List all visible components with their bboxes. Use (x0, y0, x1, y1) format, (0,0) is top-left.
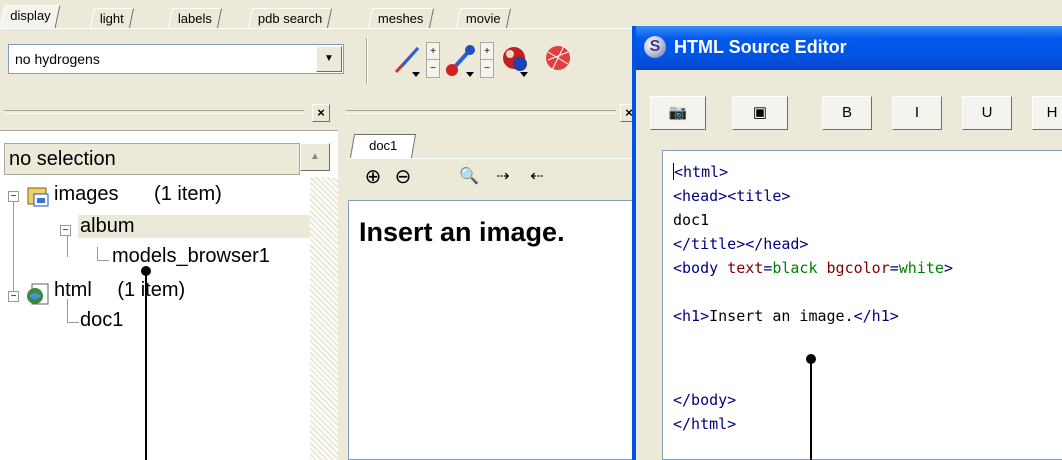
tree-connector (67, 233, 68, 257)
save-image-icon[interactable]: ▣ (732, 96, 788, 130)
editor-title-bar[interactable]: S HTML Source Editor (636, 26, 1062, 70)
code-line: </html> (673, 415, 737, 433)
expand-html-toggle[interactable]: − (8, 291, 19, 302)
selection-label: no selection (9, 148, 116, 170)
html-count: (1 item) (117, 279, 186, 301)
zoom-in-icon[interactable]: ⊕ (360, 165, 386, 191)
album-label: album (80, 215, 135, 237)
tree-item-album[interactable]: album (78, 215, 310, 238)
ball-size-spinner[interactable]: + − (480, 42, 494, 78)
tree-item-html[interactable]: html (1 item) (54, 279, 185, 302)
doc-pane-grip[interactable] (346, 110, 616, 114)
tree-item-models-browser[interactable]: models_browser1 (112, 245, 310, 268)
callout-line (145, 272, 147, 460)
callout-dot (141, 266, 151, 276)
code-line: </title></head> (673, 235, 809, 253)
code-line: <h1>Insert an image.</h1> (673, 307, 899, 325)
tree-connector (97, 260, 109, 261)
images-label: images (54, 183, 119, 205)
binoculars-find-icon[interactable]: 🔍 (456, 165, 482, 191)
left-pane-header: × (0, 104, 340, 124)
mesh-surface-tool[interactable] (540, 42, 574, 78)
tab-strip: display light labels pdb search meshes m… (0, 0, 640, 32)
close-icon[interactable]: × (312, 104, 330, 122)
code-line: <html> (673, 163, 729, 181)
images-count: (1 item) (154, 183, 222, 205)
left-pane-grip[interactable] (4, 110, 304, 114)
tab-meshes[interactable]: meshes (367, 8, 434, 28)
source-code-editor[interactable]: <html> <head><title> doc1 </title></head… (662, 150, 1062, 460)
hydrogen-select-value: no hydrogens (15, 51, 100, 67)
models-browser-label: models_browser1 (112, 245, 270, 267)
find-previous-icon[interactable]: ⇠ (524, 165, 550, 191)
mesh-surface-icon (546, 45, 570, 71)
camera-icon[interactable]: 📷 (650, 96, 706, 130)
code-line: <body text=black bgcolor=white> (673, 259, 953, 277)
tab-labels[interactable]: labels (167, 8, 223, 28)
code-line: doc1 (673, 211, 710, 229)
scrollbar-track[interactable] (310, 177, 338, 460)
doc1-label: doc1 (80, 309, 124, 331)
tab-pdb-search[interactable]: pdb search (247, 8, 333, 28)
app-root: { "tabs": ["display", "light", "labels",… (0, 0, 1062, 460)
doc-toolbar: ⊕ ⊖ 🔍 ⇢ ⇠ (348, 158, 640, 196)
app-logo-icon: S (644, 36, 666, 58)
html-source-editor-window: S HTML Source Editor 📷 ▣ B I U H <html> … (632, 26, 1062, 460)
ball-stick-icon (446, 45, 475, 77)
tree-connector (67, 299, 68, 323)
images-folder-icon (27, 187, 49, 207)
ball-stick-tool[interactable] (444, 42, 478, 78)
scroll-up-icon[interactable]: ▲ (300, 143, 330, 171)
editor-title: HTML Source Editor (674, 37, 847, 57)
tab-display[interactable]: display (0, 5, 61, 28)
callout-line (810, 360, 812, 460)
selection-header[interactable]: no selection (4, 143, 300, 175)
spacefill-tool[interactable] (498, 42, 532, 78)
heading-button[interactable]: H (1032, 96, 1062, 130)
tree-connector (13, 193, 14, 293)
tree-connector (97, 247, 98, 261)
wire-style-tool[interactable] (390, 42, 424, 78)
tab-movie[interactable]: movie (455, 8, 511, 28)
tab-strip-line (0, 28, 640, 29)
italic-button[interactable]: I (892, 96, 942, 130)
toolbar-separator (366, 38, 368, 84)
expand-images-toggle[interactable]: − (8, 191, 19, 202)
doc-pane-header: × (340, 104, 640, 124)
tab-light[interactable]: light (89, 8, 134, 28)
tree-item-doc1[interactable]: doc1 (80, 309, 123, 332)
tab-doc1[interactable]: doc1 (349, 134, 417, 158)
tree-connector (67, 322, 79, 323)
code-line: <head><title> (673, 187, 791, 205)
expand-album-toggle[interactable]: − (60, 225, 71, 236)
find-next-icon[interactable]: ⇢ (490, 165, 516, 191)
zoom-out-icon[interactable]: ⊖ (390, 165, 416, 191)
bold-button[interactable]: B (822, 96, 872, 130)
code-line: </body> (673, 391, 737, 409)
wire-width-spinner[interactable]: + − (426, 42, 440, 78)
spacefill-icon (503, 47, 528, 77)
document-preview: Insert an image. (348, 200, 640, 460)
html-page-icon (27, 283, 49, 305)
preview-heading: Insert an image. (359, 217, 565, 247)
tree-item-images[interactable]: images (1 item) (54, 183, 222, 206)
chevron-down-icon[interactable]: ▼ (316, 46, 342, 72)
underline-button[interactable]: U (962, 96, 1012, 130)
object-tree-pane: no selection ▲ − images (1 item) − album… (0, 130, 338, 460)
html-label: html (54, 279, 92, 301)
wire-style-icon (394, 46, 420, 77)
callout-dot (806, 354, 816, 364)
hydrogen-select[interactable]: no hydrogens ▼ (8, 44, 344, 74)
